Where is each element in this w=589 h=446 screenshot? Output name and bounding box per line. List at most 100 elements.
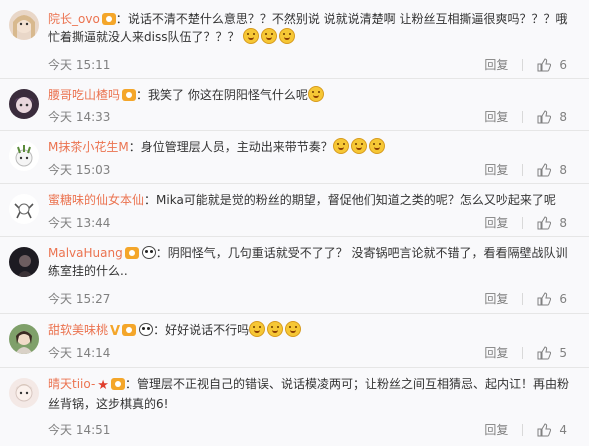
vip-v-icon: V <box>110 324 121 339</box>
reply-button[interactable]: 回复 <box>484 214 508 231</box>
divider <box>522 110 524 123</box>
timestamp: 今天 14:33 <box>48 110 111 124</box>
comment-body: 管理层不正视自己的错误、说话模凌两可；让粉丝之间互相猜忌、起内讧！再由粉丝背锅，… <box>48 377 569 411</box>
timestamp: 今天 14:14 <box>48 346 111 360</box>
comment-item: M抹茶小花生M：身位管理层人员，主动出来带节奏？ 今天 15:03 回复 8 <box>0 130 589 184</box>
laughing-emoji-icon <box>249 321 266 337</box>
username[interactable]: MalvaHuang <box>48 246 123 260</box>
comment-item: MalvaHuang ：阴阳怪气，几句重话就受不了了？ 没寄锅吧言论就不错了，看看… <box>0 236 589 314</box>
comment-text: M抹茶小花生M：身位管理层人员，主动出来带节奏？ <box>48 138 579 156</box>
comment-body: 说话不清不楚什么意思？？不然别说 说就说清楚啊 让粉丝互相撕逼很爽吗？？？哦忙着… <box>48 12 568 44</box>
divider <box>522 216 524 229</box>
avatar[interactable] <box>9 141 39 171</box>
smiley-emoji-icon <box>279 28 296 44</box>
thumbs-up-icon <box>537 109 552 123</box>
username[interactable]: 晴天tiio- <box>48 377 95 391</box>
comment-actions: 回复 8 <box>484 108 567 125</box>
reply-button[interactable]: 回复 <box>484 56 508 73</box>
username[interactable]: 腰哥吃山楂吗 <box>48 88 120 102</box>
comment-text: 腰哥吃山楂吗 ：我笑了 你这在阴阳怪气什么呢 <box>48 86 579 104</box>
divider <box>522 163 524 176</box>
like-count: 6 <box>559 291 567 306</box>
like-count: 6 <box>559 57 567 72</box>
like-button[interactable]: 6 <box>537 292 567 306</box>
comment-actions: 回复 8 <box>484 161 567 178</box>
comment-body: Mika可能就是觉的粉丝的期望，督促他们知道之类的呢？怎么又吵起来了呢 <box>156 193 556 207</box>
laughing-emoji-icon <box>267 321 284 337</box>
reply-button[interactable]: 回复 <box>484 161 508 178</box>
like-count: 8 <box>559 109 567 124</box>
member-badge-icon <box>122 324 137 336</box>
like-button[interactable]: 5 <box>537 346 567 360</box>
divider <box>522 292 524 305</box>
avatar[interactable] <box>9 10 39 40</box>
divider <box>522 346 524 359</box>
like-button[interactable]: 8 <box>537 163 567 177</box>
smirk-emoji-icon <box>368 138 385 154</box>
member-badge-icon <box>101 13 116 25</box>
divider <box>522 58 524 71</box>
reply-button[interactable]: 回复 <box>484 344 508 361</box>
thumbs-up-icon <box>537 162 552 176</box>
thumbs-up-icon <box>537 215 552 229</box>
timestamp: 今天 15:27 <box>48 292 111 306</box>
comment-item: 晴天tiio- ★ ：管理层不正视自己的错误、说话模凌两可；让粉丝之间互相猜忌、起内… <box>0 367 589 446</box>
avatar[interactable] <box>9 194 39 224</box>
avatar[interactable] <box>9 89 39 119</box>
comment-body: 我笑了 你这在阴阳怪气什么呢 <box>148 88 308 102</box>
panda-icon <box>139 323 154 336</box>
comment-actions: 回复 6 <box>484 56 567 73</box>
thumbs-up-icon <box>537 345 552 359</box>
member-badge-icon <box>124 247 139 259</box>
username[interactable]: 甜软美味桃 <box>48 323 108 337</box>
smiley-emoji-icon <box>261 28 278 44</box>
thumbs-up-icon <box>537 422 552 436</box>
reply-button[interactable]: 回复 <box>484 108 508 125</box>
like-button[interactable]: 8 <box>537 216 567 230</box>
avatar[interactable] <box>9 247 39 277</box>
comment-item: 蜜糖味的仙女本仙：Mika可能就是觉的粉丝的期望，督促他们知道之类的呢？怎么又吵… <box>0 183 589 237</box>
like-count: 4 <box>559 422 567 437</box>
panda-icon <box>141 246 156 259</box>
comment-actions: 回复 5 <box>484 344 567 361</box>
comment-text: MalvaHuang ：阴阳怪气，几句重话就受不了了？ 没寄锅吧言论就不错了，看看… <box>48 246 568 278</box>
smirk-emoji-icon <box>350 138 367 154</box>
comment-actions: 回复 6 <box>484 290 567 307</box>
comment-actions: 回复 8 <box>484 214 567 231</box>
username[interactable]: 院长_ovo <box>48 12 100 26</box>
laughing-emoji-icon <box>285 321 302 337</box>
comment-text: 甜软美味桃 V ：好好说话不行吗 <box>48 321 579 341</box>
username[interactable]: 蜜糖味的仙女本仙 <box>48 193 144 207</box>
reply-button[interactable]: 回复 <box>484 421 508 438</box>
timestamp: 今天 15:03 <box>48 163 111 177</box>
like-button[interactable]: 6 <box>537 58 567 72</box>
comment-body: 好好说话不行吗 <box>165 323 250 337</box>
username[interactable]: M抹茶小花生M <box>48 140 129 154</box>
smirk-emoji-icon <box>332 138 349 154</box>
comment-text: 蜜糖味的仙女本仙：Mika可能就是觉的粉丝的期望，督促他们知道之类的呢？怎么又吵… <box>48 193 556 207</box>
like-count: 5 <box>559 345 567 360</box>
avatar[interactable] <box>9 324 39 354</box>
comment-item: 院长_ovo ：说话不清不楚什么意思？？不然别说 说就说清楚啊 让粉丝互相撕逼很爽… <box>0 0 589 79</box>
like-button[interactable]: 8 <box>537 110 567 124</box>
comment-item: 甜软美味桃 V ：好好说话不行吗 今天 14:14 回复 5 <box>0 313 589 368</box>
thumbs-up-icon <box>537 291 552 305</box>
star-icon: ★ <box>97 378 109 393</box>
like-count: 8 <box>559 162 567 177</box>
reply-button[interactable]: 回复 <box>484 290 508 307</box>
divider <box>522 423 524 436</box>
member-badge-icon <box>110 378 125 390</box>
avatar[interactable] <box>9 378 39 408</box>
timestamp: 今天 13:44 <box>48 216 111 230</box>
timestamp: 今天 15:11 <box>48 58 111 72</box>
smiley-emoji-icon <box>243 28 260 44</box>
comment-text: 院长_ovo ：说话不清不楚什么意思？？不然别说 说就说清楚啊 让粉丝互相撕逼很爽… <box>48 12 568 44</box>
member-badge-icon <box>122 89 137 101</box>
like-count: 8 <box>559 215 567 230</box>
thumbs-up-icon <box>537 57 552 71</box>
comment-text: 晴天tiio- ★ ：管理层不正视自己的错误、说话模凌两可；让粉丝之间互相猜忌、起内… <box>48 377 569 411</box>
comment-item: 腰哥吃山楂吗 ：我笑了 你这在阴阳怪气什么呢 今天 14:33 回复 8 <box>0 78 589 131</box>
comment-list: 院长_ovo ：说话不清不楚什么意思？？不然别说 说就说清楚啊 让粉丝互相撕逼很爽… <box>0 0 589 446</box>
like-button[interactable]: 4 <box>537 423 567 437</box>
comment-actions: 回复 4 <box>484 421 567 438</box>
